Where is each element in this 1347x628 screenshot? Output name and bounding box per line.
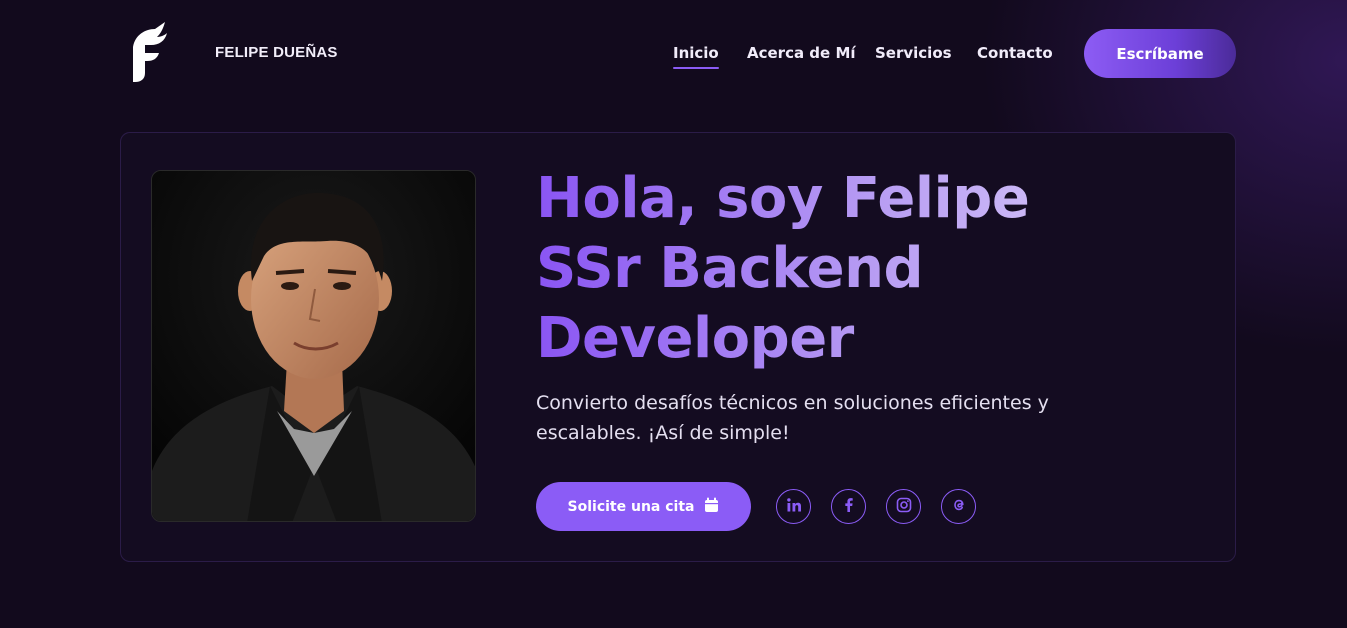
instagram-icon xyxy=(896,497,912,517)
headline-line-2: SSr Backend xyxy=(536,234,1096,304)
book-appointment-button[interactable]: Solicite una cita xyxy=(536,482,751,531)
linkedin-icon xyxy=(786,497,802,517)
nav-item-servicios[interactable]: Servicios xyxy=(875,44,952,62)
linkedin-button[interactable] xyxy=(776,489,811,524)
headline-line-1: Hola, soy Felipe xyxy=(536,164,1096,234)
nav-item-acerca[interactable]: Acerca de Mí xyxy=(747,44,856,62)
threads-icon xyxy=(951,497,967,517)
nav-item-inicio[interactable]: Inicio xyxy=(673,44,719,69)
threads-button[interactable] xyxy=(941,489,976,524)
subtitle-line-1: Convierto desafíos técnicos en solucione… xyxy=(536,392,1049,414)
facebook-icon xyxy=(841,497,857,517)
book-appointment-label: Solicite una cita xyxy=(567,498,695,515)
brand-name[interactable]: FELIPE DUEÑAS xyxy=(215,44,338,61)
hero-subtitle: Convierto desafíos técnicos en solucione… xyxy=(536,388,1116,448)
calendar-icon xyxy=(704,497,719,517)
feather-f-logo-icon[interactable] xyxy=(131,21,169,83)
facebook-button[interactable] xyxy=(831,489,866,524)
profile-photo xyxy=(151,170,476,522)
nav-item-contacto[interactable]: Contacto xyxy=(977,44,1053,62)
headline-line-3: Developer xyxy=(536,304,1096,374)
instagram-button[interactable] xyxy=(886,489,921,524)
hero-headline: Hola, soy Felipe SSr Backend Developer xyxy=(536,164,1096,374)
write-me-button[interactable]: Escríbame xyxy=(1084,29,1236,78)
subtitle-line-2: escalables. ¡Así de simple! xyxy=(536,422,790,444)
